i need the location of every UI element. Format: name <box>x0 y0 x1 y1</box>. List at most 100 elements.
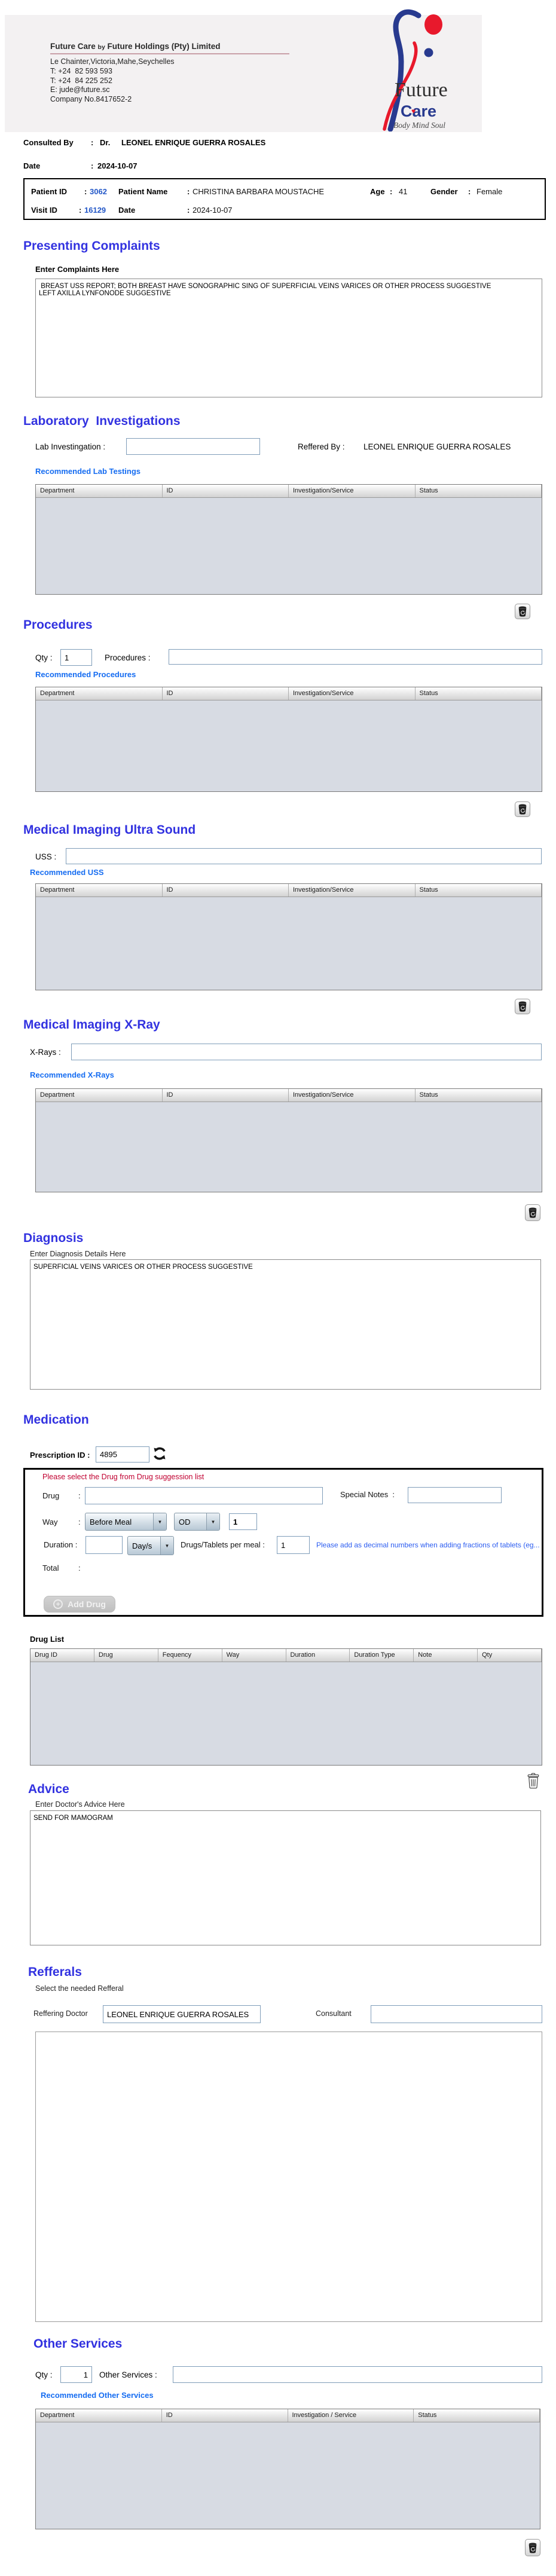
add-drug-panel: Please select the Drug from Drug suggess… <box>23 1468 543 1617</box>
clear-lab-button[interactable] <box>515 604 530 619</box>
clear-procedures-button[interactable] <box>515 801 530 817</box>
total-colon: : <box>78 1564 81 1572</box>
column-header[interactable]: Status <box>416 884 542 897</box>
consulted-by-colon: : <box>91 138 93 147</box>
trash-icon <box>518 804 527 815</box>
uss-grid[interactable]: Department ID Investigation/Service Stat… <box>35 883 542 990</box>
recommended-uss-link[interactable]: Recommended USS <box>30 868 104 877</box>
special-notes-label: Special Notes : <box>340 1490 395 1499</box>
company-phone2: T: +24 84 225 252 <box>50 77 175 86</box>
trash-icon <box>518 606 527 617</box>
per-meal-input[interactable] <box>277 1536 310 1554</box>
column-header[interactable]: ID <box>163 1089 289 1102</box>
consulting-doctor-name: LEONEL ENRIQUE GUERRA ROSALES <box>121 138 265 147</box>
column-header[interactable]: Qty <box>478 1649 542 1662</box>
recommended-lab-testings-link[interactable]: Recommended Lab Testings <box>35 467 140 476</box>
procedures-grid-header: Department ID Investigation/Service Stat… <box>36 687 542 700</box>
age-label: Age <box>370 187 385 196</box>
column-header[interactable]: ID <box>162 2409 288 2422</box>
column-header[interactable]: ID <box>163 884 289 897</box>
procedures-qty-label: Qty : <box>35 653 53 662</box>
column-header[interactable]: Drug <box>94 1649 158 1662</box>
uss-input[interactable] <box>66 848 542 864</box>
duration-unit-select[interactable]: Day/s ▼ <box>127 1536 174 1555</box>
clear-advice-button[interactable] <box>524 1772 542 1792</box>
prescription-id-input[interactable] <box>96 1446 149 1463</box>
patient-info-box: Patient ID : 3062 Patient Name : CHRISTI… <box>23 178 546 220</box>
column-header[interactable]: ID <box>163 687 289 700</box>
column-header[interactable]: Status <box>416 485 542 497</box>
column-header[interactable]: Fequency <box>158 1649 222 1662</box>
consult-date-label: Date <box>23 161 40 170</box>
column-header[interactable]: Drug ID <box>30 1649 94 1662</box>
add-drug-button[interactable]: + Add Drug <box>44 1596 115 1613</box>
column-header[interactable]: Duration Type <box>350 1649 414 1662</box>
refresh-prescription-button[interactable] <box>151 1445 168 1463</box>
consultant-input[interactable] <box>371 2005 542 2023</box>
procedures-input[interactable] <box>169 649 542 665</box>
diagnosis-textarea[interactable]: SUPERFICIAL VEINS VARICES OR OTHER PROCE… <box>30 1259 541 1390</box>
column-header[interactable]: Department <box>36 1089 163 1102</box>
lab-investigation-input[interactable] <box>126 438 260 455</box>
duration-input[interactable] <box>85 1536 123 1554</box>
refferal-list-box[interactable] <box>35 2032 542 2322</box>
column-header[interactable]: Department <box>36 2409 162 2422</box>
recommended-procedures-link[interactable]: Recommended Procedures <box>35 670 136 679</box>
company-title: Future Care by Future Holdings (Pty) Lim… <box>50 42 221 51</box>
company-phone1: T: +24 82 593 593 <box>50 67 175 77</box>
heart-icon: ♥ <box>411 107 416 115</box>
procedures-qty-input[interactable] <box>60 649 92 666</box>
column-header[interactable]: Investigation/Service <box>289 485 416 497</box>
other-services-input[interactable] <box>173 2366 542 2383</box>
clear-uss-button[interactable] <box>515 999 530 1014</box>
column-header[interactable]: Investigation/Service <box>289 1089 416 1102</box>
xray-grid[interactable]: Department ID Investigation/Service Stat… <box>35 1088 542 1192</box>
drug-input[interactable] <box>85 1487 323 1504</box>
other-qty-input[interactable] <box>60 2366 92 2383</box>
company-title-rest: Future Holdings (Pty) Limited <box>105 42 221 51</box>
advice-title: Advice <box>28 1782 69 1797</box>
column-header[interactable]: Department <box>36 884 163 897</box>
frequency-select[interactable]: OD ▼ <box>174 1513 220 1531</box>
special-notes-input[interactable] <box>408 1487 502 1503</box>
frequency-select-value: OD <box>175 1518 206 1526</box>
diagnosis-sublabel: Enter Diagnosis Details Here <box>30 1250 126 1258</box>
column-header[interactable]: Status <box>416 687 542 700</box>
reffering-doctor-input[interactable] <box>103 2005 261 2023</box>
lab-referred-by-label: Reffered By : <box>298 442 345 451</box>
column-header[interactable]: Investigation / Service <box>288 2409 414 2422</box>
clear-other-services-button[interactable] <box>525 2539 540 2556</box>
complaints-sublabel: Enter Complaints Here <box>35 265 119 274</box>
drug-list-label: Drug List <box>30 1635 64 1644</box>
column-header[interactable]: Investigation/Service <box>289 884 416 897</box>
company-details: Le Chainter,Victoria,Mahe,Seychelles T: … <box>50 57 175 105</box>
recommended-xray-link[interactable]: Recommended X-Rays <box>30 1070 114 1079</box>
column-header[interactable]: Note <box>414 1649 478 1662</box>
trash-icon <box>528 2543 537 2553</box>
other-services-grid[interactable]: Department ID Investigation / Service St… <box>35 2409 540 2529</box>
xray-input[interactable] <box>71 1044 542 1060</box>
lab-results-grid[interactable]: Department ID Investigation/Service Stat… <box>35 484 542 595</box>
column-header[interactable]: Investigation/Service <box>289 687 416 700</box>
column-header[interactable]: Way <box>222 1649 286 1662</box>
advice-textarea[interactable]: SEND FOR MAMOGRAM <box>30 1810 541 1945</box>
logo-future-text: Future <box>395 79 448 101</box>
way-qty-input[interactable] <box>229 1513 257 1530</box>
drug-list-grid[interactable]: Drug ID Drug Fequency Way Duration Durat… <box>30 1648 542 1766</box>
patient-id-label: Patient ID <box>31 187 67 196</box>
way-select[interactable]: Before Meal ▼ <box>85 1513 167 1531</box>
column-header[interactable]: Department <box>36 687 163 700</box>
clear-xray-button[interactable] <box>525 1204 540 1221</box>
lab-investigation-label: Lab Investingation : <box>35 442 105 451</box>
procedures-grid[interactable]: Department ID Investigation/Service Stat… <box>35 687 542 792</box>
other-qty-label: Qty : <box>35 2370 53 2379</box>
column-header[interactable]: Status <box>416 1089 542 1102</box>
complaints-textarea[interactable]: BREAST USS REPORT; BOTH BREAST HAVE SONO… <box>35 279 542 397</box>
column-header[interactable]: Status <box>414 2409 540 2422</box>
column-header[interactable]: Department <box>36 485 163 497</box>
recommended-other-services-link[interactable]: Recommended Other Services <box>41 2391 154 2400</box>
patient-id-value: 3062 <box>90 187 107 196</box>
column-header[interactable]: ID <box>163 485 289 497</box>
column-header[interactable]: Duration <box>286 1649 350 1662</box>
medication-title: Medication <box>23 1413 89 1427</box>
